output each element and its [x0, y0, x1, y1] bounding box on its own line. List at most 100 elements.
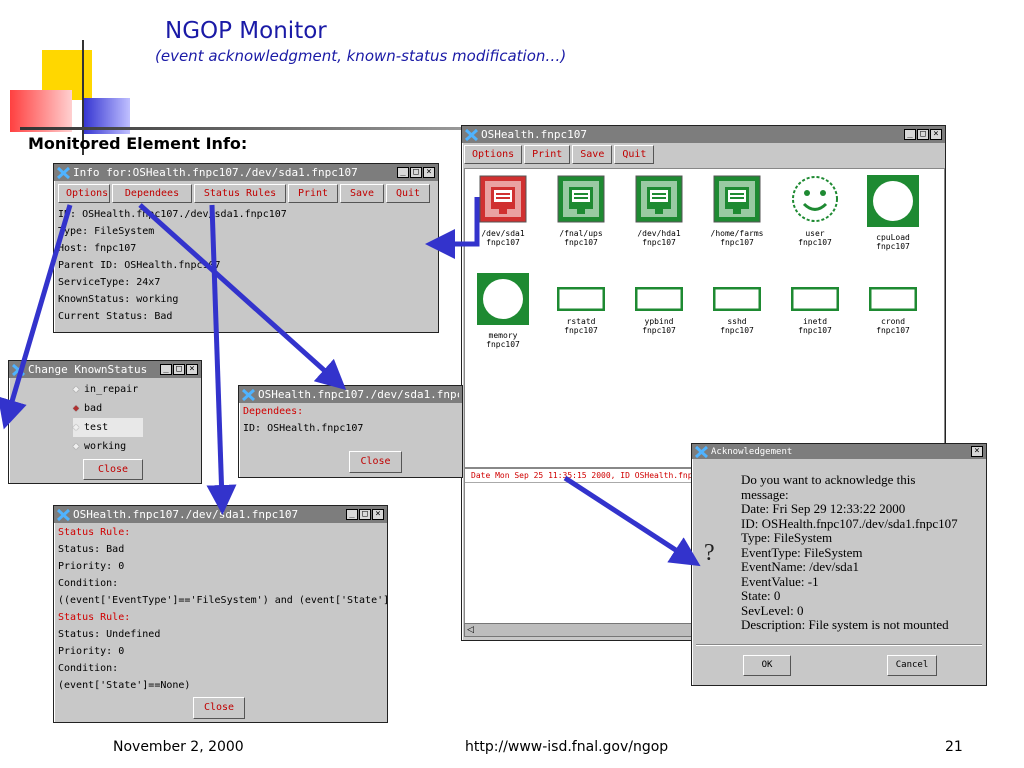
ack-message-line: Date: Fri Sep 29 12:33:22 2000 — [741, 501, 906, 516]
ack-ok-button[interactable]: OK — [743, 655, 791, 676]
monitor-icon-name: inetd — [802, 317, 828, 326]
monitor-icon-item[interactable]: memory fnpc107 — [468, 273, 538, 349]
status-rules-titlebar[interactable]: OSHealth.fnpc107./dev/sda1.fnpc107 _ □ × — [54, 506, 387, 523]
change-status-titlebar[interactable]: Change KnownStatus _ □ × — [9, 361, 201, 378]
info-status-rules-button[interactable]: Status Rules — [194, 184, 286, 203]
main-toolbar: Options Print Save Quit — [462, 143, 945, 166]
x-logo-icon — [694, 445, 709, 458]
monitor-icon-name: cpuLoad — [876, 233, 910, 242]
ack-message-line: State: 0 — [741, 588, 781, 603]
info-details: ID: OSHealth.fnpc107./dev/sda1.fnpc107 T… — [54, 206, 438, 325]
footer-date: November 2, 2000 — [113, 739, 244, 755]
ack-separator — [696, 644, 982, 646]
monitor-icon-name: crond — [880, 317, 906, 326]
main-options-button[interactable]: Options — [464, 145, 523, 164]
ack-message-line: EventType: FileSystem — [741, 544, 863, 560]
change-status-window: Change KnownStatus _ □ × ◆ in_repair ◆ bad ◆ te… — [8, 360, 202, 484]
info-print-button[interactable]: Print — [288, 184, 338, 203]
info-dependees-button[interactable]: Dependees — [112, 184, 192, 203]
maximize-icon[interactable]: □ — [359, 509, 371, 520]
monitor-icon-item[interactable]: cpuLoad fnpc107 — [858, 175, 928, 251]
dependees-title: OSHealth.fnpc107./dev/sda1.fnpc107 — [258, 388, 459, 401]
ack-cancel-button[interactable]: Cancel — [887, 655, 937, 676]
info-window-titlebar[interactable]: Info for:OSHealth.fnpc107./dev/sda1.fnpc… — [54, 164, 438, 181]
ack-message-line: message: — [741, 486, 789, 502]
minimize-icon[interactable]: _ — [397, 167, 409, 178]
change-status-close-button[interactable]: Close — [83, 459, 143, 480]
monitor-icon-item[interactable]: user fnpc107 — [780, 175, 850, 247]
monitor-icon-host: fnpc107 — [486, 340, 520, 349]
status-option-bad[interactable]: ◆ bad — [73, 399, 201, 418]
info-line-host: Host: fnpc107 — [58, 243, 137, 254]
dependees-titlebar[interactable]: OSHealth.fnpc107./dev/sda1.fnpc107 — [239, 386, 462, 403]
radio-diamond-icon: ◆ — [73, 441, 80, 452]
close-icon[interactable]: × — [930, 129, 942, 140]
info-quit-button[interactable]: Quit — [386, 184, 430, 203]
status-rule-line: Priority: 0 — [58, 646, 125, 657]
maximize-icon[interactable]: □ — [917, 129, 929, 140]
monitor-icon-item[interactable]: /dev/hda1 fnpc107 — [624, 175, 694, 247]
monitor-icon-name: /home/farms — [710, 229, 764, 238]
status-option-working[interactable]: ◆ working — [73, 437, 201, 456]
main-quit-button[interactable]: Quit — [614, 145, 655, 164]
radio-diamond-icon: ◆ — [73, 403, 80, 414]
radio-diamond-icon: ◆ — [73, 422, 80, 433]
status-rule-line: Condition: — [58, 663, 119, 674]
status-rules-title: OSHealth.fnpc107./dev/sda1.fnpc107 — [73, 508, 299, 521]
service-box-icon — [556, 286, 606, 312]
minimize-icon[interactable]: _ — [904, 129, 916, 140]
info-line-current-status: Current Status: Bad — [58, 311, 173, 322]
service-box-icon — [634, 286, 684, 312]
monitor-icon-name: ypbind — [644, 317, 674, 326]
ack-message-line: Type: FileSystem — [741, 530, 833, 545]
status-option-test[interactable]: ◆ test — [73, 418, 143, 437]
monitor-icon-item[interactable]: sshd fnpc107 — [702, 273, 772, 335]
info-line-type: Type: FileSystem — [58, 226, 155, 237]
monitor-icon-item[interactable]: ypbind fnpc107 — [624, 273, 694, 335]
monitor-icon-item[interactable]: inetd fnpc107 — [780, 273, 850, 335]
main-save-button[interactable]: Save — [572, 145, 613, 164]
dependees-close-button[interactable]: Close — [349, 451, 402, 473]
status-rule-line: Status Rule: — [58, 527, 131, 538]
close-icon[interactable]: × — [372, 509, 384, 520]
status-option-label: in_repair — [84, 384, 139, 395]
minimize-icon[interactable]: _ — [160, 364, 172, 375]
x-logo-icon — [464, 128, 479, 141]
acknowledgement-dialog: Acknowledgement × ? Do you want to ackno… — [691, 443, 987, 686]
maximize-icon[interactable]: □ — [173, 364, 185, 375]
main-window-title: OSHealth.fnpc107 — [481, 128, 587, 141]
ack-message-line: EventName: /dev/sda1 — [741, 559, 860, 574]
ack-titlebar[interactable]: Acknowledgement × — [692, 444, 986, 459]
minimize-icon[interactable]: _ — [346, 509, 358, 520]
status-option-in-repair[interactable]: ◆ in_repair — [73, 380, 201, 399]
info-options-button[interactable]: Options — [58, 184, 110, 203]
info-toolbar: Options Dependees Status Rules Print Sav… — [54, 181, 438, 206]
monitor-icon-item[interactable]: /home/farms fnpc107 — [702, 175, 772, 247]
status-rule-line: (event['State']==None) — [58, 680, 191, 691]
scroll-left-arrow-icon[interactable]: ◁ — [467, 625, 474, 635]
info-line-parent: Parent ID: OSHealth.fnpc107 — [58, 260, 221, 271]
status-option-label: working — [84, 441, 127, 452]
close-icon[interactable]: × — [971, 446, 983, 457]
monitor-icon-name: /dev/sda1 — [481, 229, 525, 238]
maximize-icon[interactable]: □ — [410, 167, 422, 178]
close-icon[interactable]: × — [423, 167, 435, 178]
question-icon: ? — [704, 540, 715, 566]
radio-diamond-icon: ◆ — [73, 384, 80, 395]
status-rules-close-button[interactable]: Close — [193, 697, 245, 719]
info-save-button[interactable]: Save — [340, 184, 384, 203]
monitor-icon-item[interactable]: /fnal/ups fnpc107 — [546, 175, 616, 247]
info-line-id: ID: OSHealth.fnpc107./dev/sda1.fnpc107 — [58, 209, 287, 220]
monitor-icon-item[interactable]: /dev/sda1 fnpc107 — [468, 175, 538, 247]
monitor-icon-host: fnpc107 — [564, 326, 598, 335]
main-window-titlebar[interactable]: OSHealth.fnpc107 _ □ × — [462, 126, 945, 143]
close-icon[interactable]: × — [186, 364, 198, 375]
status-rule-line: Status: Bad — [58, 544, 125, 555]
status-rules-list: Status Rule: Status: Bad Priority: 0 Condit… — [54, 523, 387, 694]
monitor-icon-item[interactable]: rstatd fnpc107 — [546, 273, 616, 335]
monitor-icon-host: fnpc107 — [486, 238, 520, 247]
monitor-icon-name: user — [805, 229, 825, 238]
monitor-icon-item[interactable]: crond fnpc107 — [858, 273, 928, 335]
ack-message-line: Description: File system is not mounted — [741, 617, 949, 632]
main-print-button[interactable]: Print — [524, 145, 571, 164]
